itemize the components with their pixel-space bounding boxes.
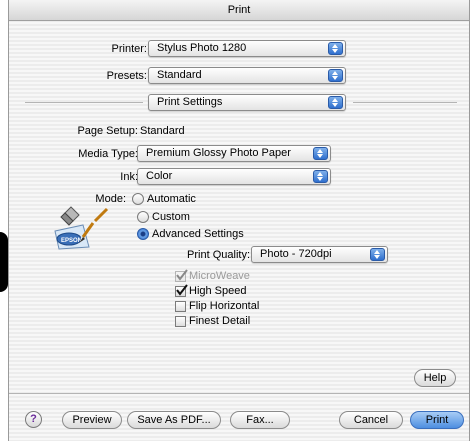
flip-horizontal-checkbox[interactable] xyxy=(175,301,186,312)
mode-option-automatic: Automatic xyxy=(147,193,196,205)
popup-arrows-icon xyxy=(328,69,343,82)
print-quality-popup[interactable]: Photo - 720dpi xyxy=(251,246,388,263)
fax-button[interactable]: Fax... xyxy=(230,411,290,429)
mode-radio-custom[interactable] xyxy=(137,211,149,223)
microweave-label: MicroWeave xyxy=(189,270,250,282)
finest-detail-label: Finest Detail xyxy=(189,315,251,327)
epson-logo-text: EPSON xyxy=(61,238,82,244)
presets-label: Presets: xyxy=(106,70,147,82)
printer-label: Printer: xyxy=(111,43,147,55)
help-button[interactable]: Help xyxy=(414,369,456,387)
print-button[interactable]: Print xyxy=(410,411,464,429)
presets-value: Standard xyxy=(157,69,202,81)
media-type-value: Premium Glossy Photo Paper xyxy=(146,147,291,159)
popup-arrows-icon xyxy=(313,147,328,160)
print-dialog: Print Printer: Stylus Photo 1280 Presets… xyxy=(8,0,470,441)
cancel-button[interactable]: Cancel xyxy=(339,411,403,429)
popup-arrows-icon xyxy=(370,248,385,261)
print-quality-label: Print Quality: xyxy=(187,249,250,261)
epson-pen-icon: EPSON xyxy=(49,203,109,253)
separator-right xyxy=(353,102,457,103)
media-type-popup[interactable]: Premium Glossy Photo Paper xyxy=(137,145,331,162)
save-as-pdf-button[interactable]: Save As PDF... xyxy=(127,411,221,429)
mode-option-custom: Custom xyxy=(152,211,190,223)
popup-arrows-icon xyxy=(328,96,343,109)
flip-horizontal-label: Flip Horizontal xyxy=(189,300,260,312)
media-type-label: Media Type: xyxy=(78,148,138,160)
presets-popup[interactable]: Standard xyxy=(148,67,346,84)
popup-arrows-icon xyxy=(313,170,328,183)
mode-radio-advanced[interactable] xyxy=(137,228,149,240)
popup-arrows-icon xyxy=(328,42,343,55)
page-setup-label: Page Setup: xyxy=(77,125,138,137)
page-setup-value: Standard xyxy=(140,125,185,137)
high-speed-label: High Speed xyxy=(189,285,247,297)
separator-left xyxy=(25,102,143,103)
window-title: Print xyxy=(9,0,469,21)
question-help-button[interactable]: ? xyxy=(25,411,42,428)
print-quality-value: Photo - 720dpi xyxy=(260,248,332,260)
bottom-separator xyxy=(9,393,469,394)
printer-value: Stylus Photo 1280 xyxy=(157,42,247,54)
mode-radio-automatic[interactable] xyxy=(132,193,144,205)
high-speed-checkbox[interactable] xyxy=(175,284,188,297)
mode-option-advanced: Advanced Settings xyxy=(152,228,244,240)
ink-value: Color xyxy=(146,170,173,182)
panel-popup[interactable]: Print Settings xyxy=(148,94,346,111)
printer-popup[interactable]: Stylus Photo 1280 xyxy=(148,40,346,57)
panel-value: Print Settings xyxy=(157,96,223,108)
ink-label: Ink: xyxy=(120,171,138,183)
microweave-checkbox xyxy=(175,269,188,282)
ink-popup[interactable]: Color xyxy=(137,168,331,185)
preview-button[interactable]: Preview xyxy=(62,411,122,429)
background-edge xyxy=(0,232,8,292)
finest-detail-checkbox[interactable] xyxy=(175,316,186,327)
